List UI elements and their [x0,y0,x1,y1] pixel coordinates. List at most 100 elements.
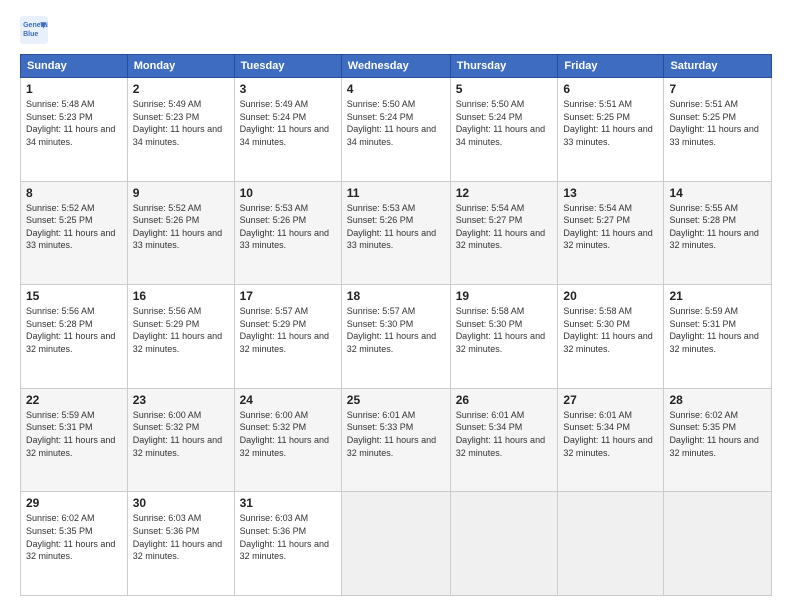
day-number: 9 [133,186,229,200]
day-number: 21 [669,289,766,303]
svg-text:Blue: Blue [23,31,38,38]
calendar-cell: 9 Sunrise: 5:52 AMSunset: 5:26 PMDaylight… [127,181,234,285]
calendar-table: SundayMondayTuesdayWednesdayThursdayFrid… [20,54,772,596]
calendar-cell: 12 Sunrise: 5:54 AMSunset: 5:27 PMDayligh… [450,181,558,285]
calendar-cell [664,492,772,596]
day-detail: Sunrise: 5:59 AMSunset: 5:31 PMDaylight:… [669,306,758,354]
calendar-cell: 11 Sunrise: 5:53 AMSunset: 5:26 PMDayligh… [341,181,450,285]
day-detail: Sunrise: 5:50 AMSunset: 5:24 PMDaylight:… [347,99,436,147]
day-detail: Sunrise: 5:53 AMSunset: 5:26 PMDaylight:… [240,203,329,251]
calendar-cell: 27 Sunrise: 6:01 AMSunset: 5:34 PMDayligh… [558,388,664,492]
day-detail: Sunrise: 5:59 AMSunset: 5:31 PMDaylight:… [26,410,115,458]
calendar-cell: 2 Sunrise: 5:49 AMSunset: 5:23 PMDaylight… [127,78,234,182]
calendar-cell: 20 Sunrise: 5:58 AMSunset: 5:30 PMDayligh… [558,285,664,389]
day-number: 3 [240,82,336,96]
col-header-sunday: Sunday [21,55,128,78]
day-detail: Sunrise: 5:53 AMSunset: 5:26 PMDaylight:… [347,203,436,251]
day-number: 28 [669,393,766,407]
col-header-tuesday: Tuesday [234,55,341,78]
day-number: 6 [563,82,658,96]
calendar-cell: 31 Sunrise: 6:03 AMSunset: 5:36 PMDayligh… [234,492,341,596]
day-detail: Sunrise: 6:00 AMSunset: 5:32 PMDaylight:… [133,410,222,458]
day-number: 20 [563,289,658,303]
header: General Blue [20,16,772,44]
day-number: 30 [133,496,229,510]
day-detail: Sunrise: 6:01 AMSunset: 5:33 PMDaylight:… [347,410,436,458]
col-header-saturday: Saturday [664,55,772,78]
calendar-cell: 4 Sunrise: 5:50 AMSunset: 5:24 PMDaylight… [341,78,450,182]
calendar-cell: 24 Sunrise: 6:00 AMSunset: 5:32 PMDayligh… [234,388,341,492]
day-number: 12 [456,186,553,200]
day-detail: Sunrise: 5:58 AMSunset: 5:30 PMDaylight:… [563,306,652,354]
day-number: 19 [456,289,553,303]
logo-icon: General Blue [20,16,48,44]
calendar-cell: 13Sunrise: 5:54 AMSunset: 5:27 PMDayligh… [558,181,664,285]
day-detail: Sunrise: 6:02 AMSunset: 5:35 PMDaylight:… [669,410,758,458]
calendar-cell: 15Sunrise: 5:56 AMSunset: 5:28 PMDayligh… [21,285,128,389]
calendar-week-5: 29 Sunrise: 6:02 AMSunset: 5:35 PMDayligh… [21,492,772,596]
calendar-cell: 26 Sunrise: 6:01 AMSunset: 5:34 PMDayligh… [450,388,558,492]
calendar-cell: 18Sunrise: 5:57 AMSunset: 5:30 PMDayligh… [341,285,450,389]
calendar-cell [341,492,450,596]
col-header-friday: Friday [558,55,664,78]
day-number: 10 [240,186,336,200]
day-number: 24 [240,393,336,407]
day-detail: Sunrise: 5:57 AMSunset: 5:29 PMDaylight:… [240,306,329,354]
calendar-cell: 17Sunrise: 5:57 AMSunset: 5:29 PMDayligh… [234,285,341,389]
calendar-cell: 6 Sunrise: 5:51 AMSunset: 5:25 PMDaylight… [558,78,664,182]
day-detail: Sunrise: 5:56 AMSunset: 5:28 PMDaylight:… [26,306,115,354]
day-number: 29 [26,496,122,510]
day-detail: Sunrise: 6:01 AMSunset: 5:34 PMDaylight:… [456,410,545,458]
day-detail: Sunrise: 5:55 AMSunset: 5:28 PMDaylight:… [669,203,758,251]
day-detail: Sunrise: 5:54 AMSunset: 5:27 PMDaylight:… [456,203,545,251]
calendar-cell: 22 Sunrise: 5:59 AMSunset: 5:31 PMDayligh… [21,388,128,492]
day-detail: Sunrise: 5:51 AMSunset: 5:25 PMDaylight:… [669,99,758,147]
day-number: 1 [26,82,122,96]
calendar-cell: 19Sunrise: 5:58 AMSunset: 5:30 PMDayligh… [450,285,558,389]
day-detail: Sunrise: 5:50 AMSunset: 5:24 PMDaylight:… [456,99,545,147]
calendar-cell: 25Sunrise: 6:01 AMSunset: 5:33 PMDayligh… [341,388,450,492]
col-header-wednesday: Wednesday [341,55,450,78]
day-number: 8 [26,186,122,200]
day-detail: Sunrise: 5:54 AMSunset: 5:27 PMDaylight:… [563,203,652,251]
col-header-thursday: Thursday [450,55,558,78]
calendar-week-1: 1Sunrise: 5:48 AMSunset: 5:23 PMDaylight… [21,78,772,182]
day-number: 4 [347,82,445,96]
calendar-cell: 5 Sunrise: 5:50 AMSunset: 5:24 PMDaylight… [450,78,558,182]
header-row: SundayMondayTuesdayWednesdayThursdayFrid… [21,55,772,78]
day-number: 5 [456,82,553,96]
day-detail: Sunrise: 5:52 AMSunset: 5:26 PMDaylight:… [133,203,222,251]
calendar-cell: 29 Sunrise: 6:02 AMSunset: 5:35 PMDayligh… [21,492,128,596]
day-number: 31 [240,496,336,510]
day-detail: Sunrise: 5:49 AMSunset: 5:24 PMDaylight:… [240,99,329,147]
day-number: 2 [133,82,229,96]
calendar-cell: 1Sunrise: 5:48 AMSunset: 5:23 PMDaylight… [21,78,128,182]
day-detail: Sunrise: 6:03 AMSunset: 5:36 PMDaylight:… [240,513,329,561]
day-detail: Sunrise: 6:03 AMSunset: 5:36 PMDaylight:… [133,513,222,561]
calendar-week-2: 8 Sunrise: 5:52 AMSunset: 5:25 PMDaylight… [21,181,772,285]
day-detail: Sunrise: 5:49 AMSunset: 5:23 PMDaylight:… [133,99,222,147]
day-number: 14 [669,186,766,200]
calendar-cell: 23 Sunrise: 6:00 AMSunset: 5:32 PMDayligh… [127,388,234,492]
day-detail: Sunrise: 5:57 AMSunset: 5:30 PMDaylight:… [347,306,436,354]
day-number: 27 [563,393,658,407]
day-detail: Sunrise: 6:00 AMSunset: 5:32 PMDaylight:… [240,410,329,458]
day-detail: Sunrise: 5:51 AMSunset: 5:25 PMDaylight:… [563,99,652,147]
calendar-cell: 8 Sunrise: 5:52 AMSunset: 5:25 PMDaylight… [21,181,128,285]
calendar-cell: 16Sunrise: 5:56 AMSunset: 5:29 PMDayligh… [127,285,234,389]
day-detail: Sunrise: 6:02 AMSunset: 5:35 PMDaylight:… [26,513,115,561]
day-number: 22 [26,393,122,407]
day-detail: Sunrise: 5:52 AMSunset: 5:25 PMDaylight:… [26,203,115,251]
calendar-week-4: 22 Sunrise: 5:59 AMSunset: 5:31 PMDayligh… [21,388,772,492]
day-detail: Sunrise: 6:01 AMSunset: 5:34 PMDaylight:… [563,410,652,458]
day-number: 26 [456,393,553,407]
day-number: 23 [133,393,229,407]
day-detail: Sunrise: 5:56 AMSunset: 5:29 PMDaylight:… [133,306,222,354]
col-header-monday: Monday [127,55,234,78]
calendar-week-3: 15Sunrise: 5:56 AMSunset: 5:28 PMDayligh… [21,285,772,389]
logo: General Blue [20,16,48,44]
calendar-cell [450,492,558,596]
day-number: 11 [347,186,445,200]
calendar-cell: 3 Sunrise: 5:49 AMSunset: 5:24 PMDaylight… [234,78,341,182]
calendar-cell: 30 Sunrise: 6:03 AMSunset: 5:36 PMDayligh… [127,492,234,596]
